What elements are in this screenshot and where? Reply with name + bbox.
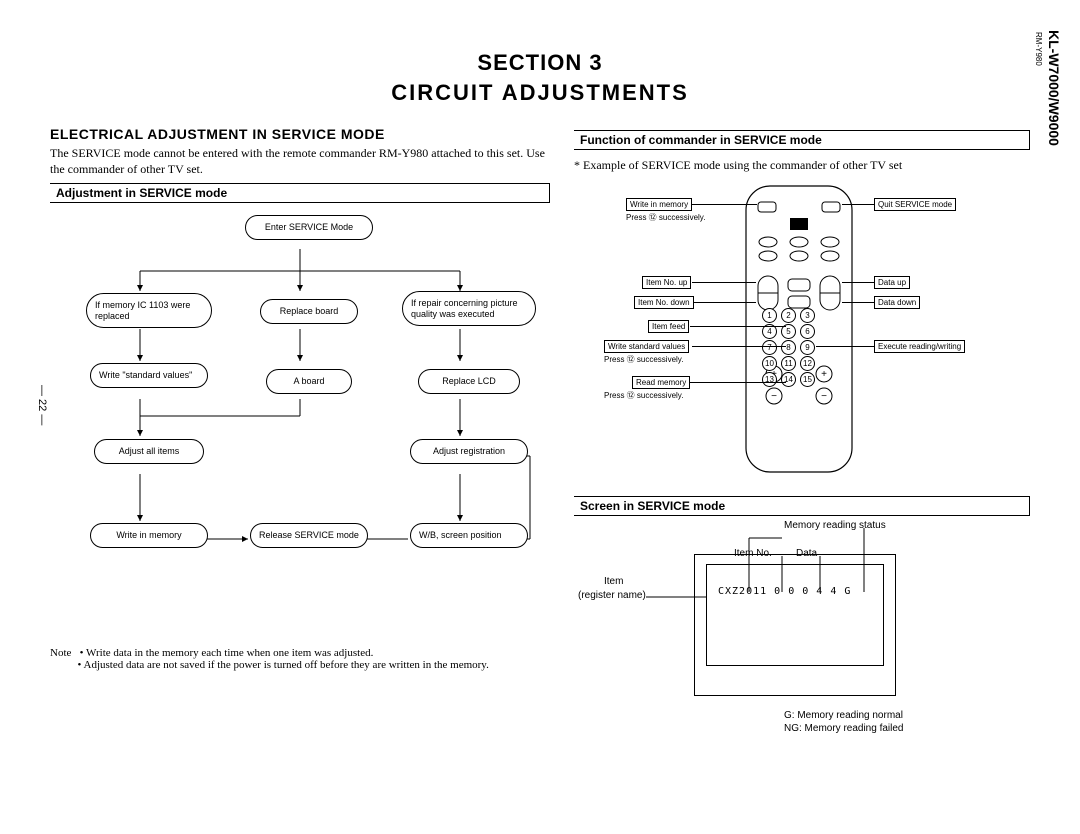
svg-text:−: − bbox=[771, 391, 777, 402]
remote-svg: + − + − bbox=[744, 184, 854, 474]
lbl-regname: (register name) bbox=[578, 590, 646, 601]
notes: Note • Write data in the memory each tim… bbox=[50, 647, 550, 671]
num-2: 2 bbox=[781, 308, 796, 323]
note2: • Adjusted data are not saved if the pow… bbox=[78, 659, 489, 671]
num-12: 12 bbox=[800, 356, 815, 371]
co-data-down: Data down bbox=[874, 296, 920, 309]
left-bar: Adjustment in SERVICE mode bbox=[50, 183, 550, 203]
section-heading-2: CIRCUIT ADJUSTMENTS bbox=[50, 80, 1030, 106]
screen-diagram: Memory reading status Item No. Data Item… bbox=[574, 524, 1030, 744]
co-press-a: Press ⑫ successively. bbox=[626, 212, 705, 223]
svg-text:+: + bbox=[821, 369, 827, 380]
node-write-mem: Write in memory bbox=[90, 523, 208, 547]
legend2: NG: Memory reading failed bbox=[784, 722, 904, 735]
node-adjust-reg: Adjust registration bbox=[410, 439, 528, 463]
num-3: 3 bbox=[800, 308, 815, 323]
num-1: 1 bbox=[762, 308, 777, 323]
node-wb: W/B, screen position bbox=[410, 523, 528, 547]
co-read-mem: Read memory bbox=[632, 376, 690, 389]
node-std: Write "standard values" bbox=[90, 363, 208, 387]
node-replace-lcd: Replace LCD bbox=[418, 369, 520, 393]
co-data-up: Data up bbox=[874, 276, 910, 289]
co-quit: Quit SERVICE mode bbox=[874, 198, 956, 211]
num-11: 11 bbox=[781, 356, 796, 371]
node-enter: Enter SERVICE Mode bbox=[245, 215, 373, 239]
num-9: 9 bbox=[800, 340, 815, 355]
flowchart: Enter SERVICE Mode If memory IC 1103 wer… bbox=[50, 211, 550, 641]
co-press-b: Press ⑫ successively. bbox=[604, 354, 683, 365]
node-repair: If repair concerning picture quality was… bbox=[402, 291, 536, 326]
node-aboard: A board bbox=[266, 369, 352, 393]
example-text: * Example of SERVICE mode using the comm… bbox=[574, 158, 1030, 174]
note1: • Write data in the memory each time whe… bbox=[80, 647, 374, 659]
lbl-item: Item bbox=[604, 576, 623, 587]
num-8: 8 bbox=[781, 340, 796, 355]
co-item-feed: Item feed bbox=[648, 320, 689, 333]
left-intro: The SERVICE mode cannot be entered with … bbox=[50, 146, 550, 177]
num-7: 7 bbox=[762, 340, 777, 355]
note-label: Note bbox=[50, 647, 71, 659]
num-15: 15 bbox=[800, 372, 815, 387]
legend1: G: Memory reading normal bbox=[784, 709, 904, 722]
right-bar2: Screen in SERVICE mode bbox=[574, 496, 1030, 516]
side-model-label: KL-W7000/W9000 RM-Y980 bbox=[1030, 30, 1062, 146]
remote-body: + − + − bbox=[744, 184, 854, 474]
num-6: 6 bbox=[800, 324, 815, 339]
tv-box: CXZ2011 0 0 0 4 4 G bbox=[694, 554, 894, 694]
screen-line: CXZ2011 0 0 0 4 4 G bbox=[718, 586, 851, 597]
co-exec: Execute reading/writing bbox=[874, 340, 965, 353]
submodel-text: RM-Y980 bbox=[1034, 32, 1043, 66]
node-release: Release SERVICE mode bbox=[250, 523, 368, 547]
co-item-down: Item No. down bbox=[634, 296, 694, 309]
left-title: ELECTRICAL ADJUSTMENT IN SERVICE MODE bbox=[50, 126, 550, 142]
co-item-up: Item No. up bbox=[642, 276, 691, 289]
page-number: — 22 — bbox=[36, 385, 48, 425]
model-text: KL-W7000/W9000 bbox=[1046, 30, 1062, 146]
legend: G: Memory reading normal NG: Memory read… bbox=[784, 709, 904, 735]
num-10: 10 bbox=[762, 356, 777, 371]
num-14: 14 bbox=[781, 372, 796, 387]
num-13: 13 bbox=[762, 372, 777, 387]
svg-text:−: − bbox=[821, 391, 827, 402]
right-bar1: Function of commander in SERVICE mode bbox=[574, 130, 1030, 150]
lbl-mem-status: Memory reading status bbox=[784, 520, 886, 531]
remote-diagram: + − + − 1 2 3 4 5 6 7 8 bbox=[574, 180, 1030, 490]
node-replace-board: Replace board bbox=[260, 299, 358, 323]
node-adjust-all: Adjust all items bbox=[94, 439, 204, 463]
co-write-std: Write standard values bbox=[604, 340, 689, 353]
section-heading-1: SECTION 3 bbox=[50, 50, 1030, 76]
co-write-mem: Write in memory bbox=[626, 198, 692, 211]
flow-lines bbox=[50, 211, 550, 641]
co-press-c: Press ⑫ successively. bbox=[604, 390, 683, 401]
node-mem: If memory IC 1103 were replaced bbox=[86, 293, 212, 328]
